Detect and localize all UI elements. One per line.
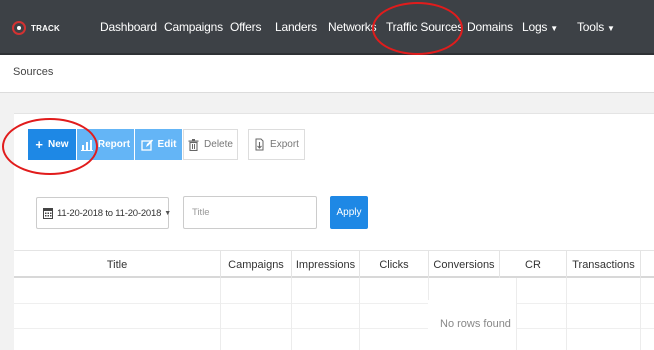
chevron-down-icon: ▼ — [607, 24, 615, 33]
nav-tools-label: Tools — [577, 20, 605, 34]
column-header-campaigns[interactable]: Campaigns — [220, 251, 291, 278]
title-filter-input[interactable] — [183, 196, 317, 229]
edit-button-label: Edit — [157, 139, 177, 150]
calendar-icon — [43, 207, 53, 219]
logo[interactable]: TRACK — [12, 20, 60, 36]
date-range-picker[interactable]: 11-20-2018 to 11-20-2018 ▼ — [36, 197, 171, 229]
edit-button[interactable]: Edit — [135, 129, 182, 160]
nav-logs[interactable]: Logs ▼ — [522, 20, 558, 34]
date-range-value: 11-20-2018 to 11-20-2018 — [57, 207, 162, 219]
new-button-label: New — [48, 139, 69, 150]
column-header-impressions[interactable]: Impressions — [291, 251, 359, 278]
column-header-extra — [640, 251, 654, 278]
apply-button[interactable]: Apply — [330, 196, 368, 229]
logo-icon — [12, 21, 26, 35]
nav-landers[interactable]: Landers — [275, 20, 317, 34]
export-button-label: Export — [270, 139, 299, 150]
logo-text: TRACK — [31, 23, 60, 33]
column-divider — [640, 278, 641, 350]
edit-icon — [140, 139, 153, 151]
nav-campaigns[interactable]: Campaigns — [164, 20, 223, 34]
column-divider — [359, 278, 360, 350]
chevron-down-icon: ▼ — [550, 24, 558, 33]
export-button[interactable]: Export — [248, 129, 305, 160]
plus-icon: + — [35, 136, 44, 152]
nav-domains[interactable]: Domains — [467, 20, 513, 34]
delete-button[interactable]: Delete — [183, 129, 238, 160]
nav-tools[interactable]: Tools ▼ — [577, 20, 615, 34]
table-row-divider — [14, 303, 654, 304]
column-header-conversions[interactable]: Conversions — [428, 251, 499, 278]
chevron-down-icon: ▼ — [164, 209, 171, 217]
table-header: Title Campaigns Impressions Clicks Conve… — [14, 250, 654, 278]
column-divider — [220, 278, 221, 350]
nav-networks[interactable]: Networks — [328, 20, 377, 34]
breadcrumb: Sources — [13, 66, 54, 78]
table-row-divider — [14, 328, 654, 329]
page-header: Sources — [0, 55, 654, 93]
column-header-clicks[interactable]: Clicks — [359, 251, 428, 278]
bar-chart-icon — [80, 139, 93, 151]
nav-offers[interactable]: Offers — [230, 20, 261, 34]
trash-icon — [188, 138, 199, 151]
export-icon — [254, 138, 265, 151]
nav-logs-label: Logs — [522, 20, 548, 34]
delete-button-label: Delete — [204, 139, 233, 150]
column-divider — [566, 278, 567, 350]
report-button-label: Report — [97, 139, 131, 150]
nav-dashboard[interactable]: Dashboard — [100, 20, 157, 34]
column-divider — [516, 278, 517, 350]
nav-traffic-sources[interactable]: Traffic Sources — [386, 20, 463, 34]
no-rows-message: No rows found — [440, 318, 511, 330]
top-navbar: TRACK Dashboard Campaigns Offers Landers… — [0, 0, 654, 55]
column-header-title[interactable]: Title — [14, 251, 220, 278]
report-button[interactable]: Report — [77, 129, 134, 160]
column-header-transactions[interactable]: Transactions — [566, 251, 640, 278]
column-header-cr[interactable]: CR — [499, 251, 566, 278]
column-divider — [291, 278, 292, 350]
new-button[interactable]: + New — [28, 129, 76, 160]
